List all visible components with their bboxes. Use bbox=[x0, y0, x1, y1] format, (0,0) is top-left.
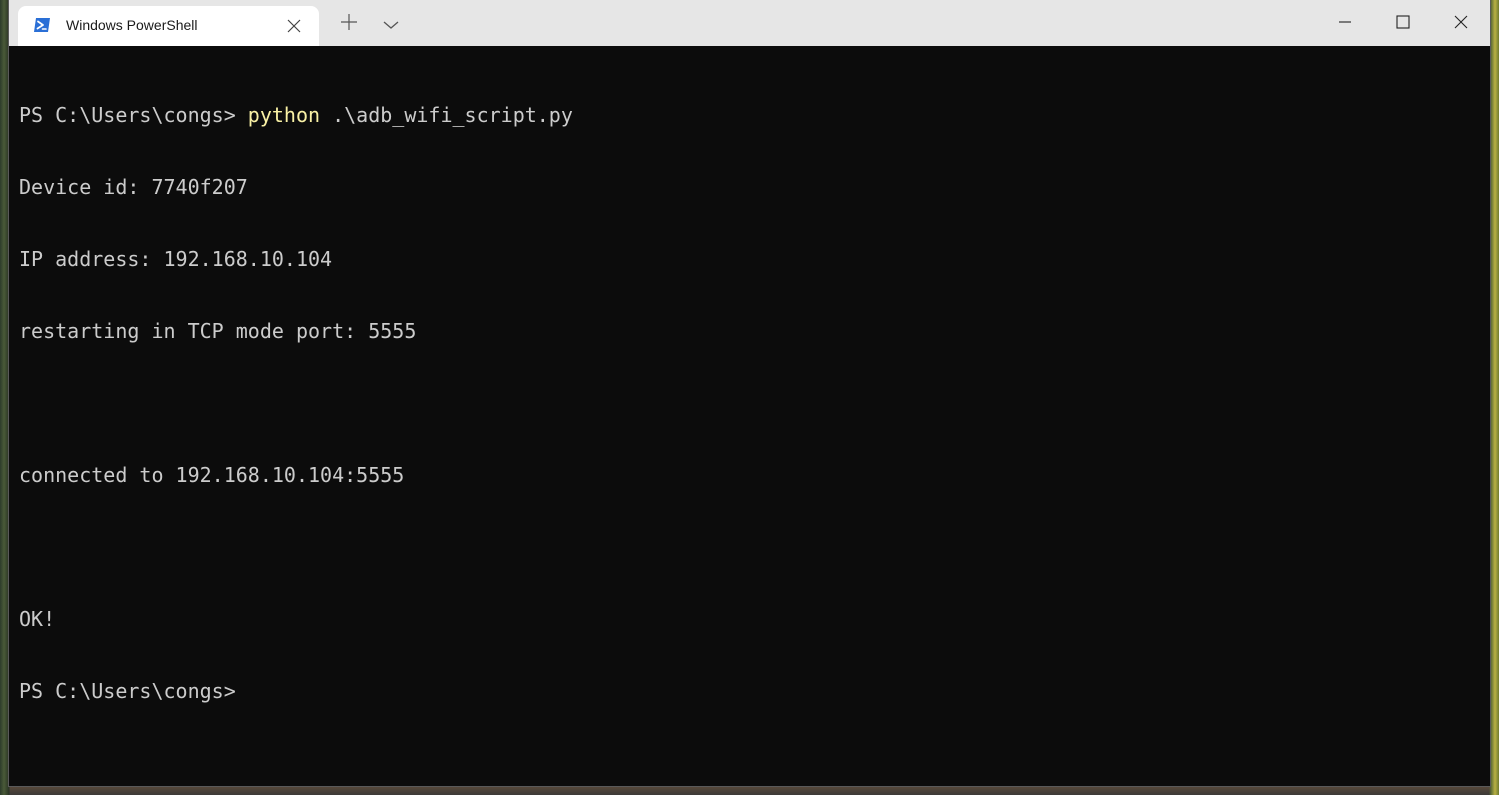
prompt: PS C:\Users\congs> bbox=[19, 103, 248, 127]
minimize-icon bbox=[1338, 14, 1352, 33]
powershell-icon bbox=[33, 17, 51, 33]
terminal-line: IP address: 192.168.10.104 bbox=[19, 247, 333, 271]
terminal-line: OK! bbox=[19, 607, 56, 631]
minimize-button[interactable] bbox=[1316, 0, 1374, 46]
command: python bbox=[247, 103, 321, 127]
title-bar[interactable]: Windows PowerShell bbox=[9, 0, 1490, 46]
terminal-output[interactable]: PS C:\Users\congs> python .\adb_wifi_scr… bbox=[19, 55, 1479, 775]
terminal-line: restarting in TCP mode port: 5555 bbox=[19, 319, 417, 343]
tab-close-icon[interactable] bbox=[286, 18, 302, 34]
maximize-icon bbox=[1396, 14, 1410, 33]
plus-icon bbox=[340, 13, 358, 35]
terminal-window: Windows PowerShell PS C:\Users\congs> py… bbox=[9, 0, 1490, 786]
tab-title: Windows PowerShell bbox=[66, 17, 198, 33]
chevron-down-icon bbox=[383, 15, 399, 34]
close-window-button[interactable] bbox=[1432, 0, 1490, 46]
tab-windows-powershell[interactable]: Windows PowerShell bbox=[18, 6, 319, 46]
close-icon bbox=[1454, 14, 1468, 33]
terminal-line: Device id: 7740f207 bbox=[19, 175, 248, 199]
terminal-line: connected to 192.168.10.104:5555 bbox=[19, 463, 405, 487]
command-args: .\adb_wifi_script.py bbox=[320, 103, 573, 127]
terminal-line: PS C:\Users\congs> python .\adb_wifi_scr… bbox=[19, 103, 1479, 127]
maximize-button[interactable] bbox=[1374, 0, 1432, 46]
terminal-line: PS C:\Users\congs> bbox=[19, 679, 236, 703]
new-tab-button[interactable] bbox=[335, 10, 363, 38]
tab-dropdown-button[interactable] bbox=[377, 10, 405, 38]
